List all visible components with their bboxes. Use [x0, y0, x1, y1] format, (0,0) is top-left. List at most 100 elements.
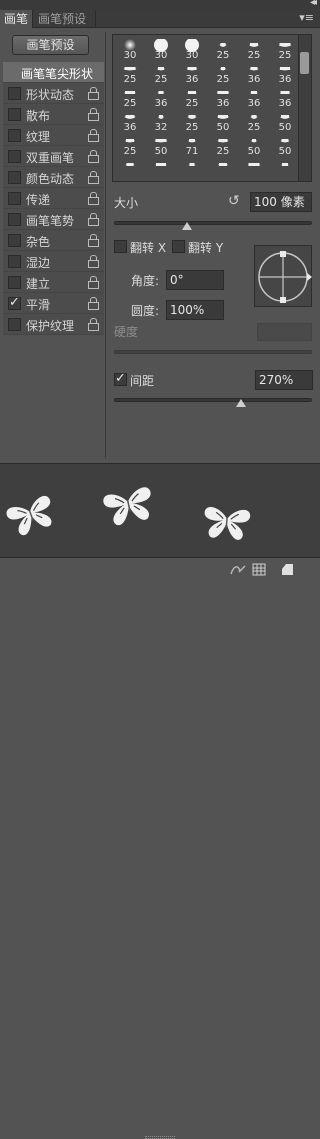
reset-arrow-icon[interactable]: ↺: [228, 194, 244, 208]
lock-icon[interactable]: [88, 297, 99, 310]
brush-tip-icon: [184, 38, 200, 52]
brush-tip[interactable]: [177, 158, 207, 181]
brush-tip[interactable]: 30: [177, 38, 207, 62]
brush-tip[interactable]: 50: [239, 134, 269, 158]
toggle-brush-preview-icon[interactable]: [230, 563, 246, 576]
brush-setting-item[interactable]: 双重画笔: [3, 146, 104, 167]
spacing-slider-thumb[interactable]: [235, 399, 246, 407]
brush-setting-item[interactable]: 保护纹理: [3, 314, 104, 335]
lock-icon[interactable]: [88, 255, 99, 268]
brush-presets-button[interactable]: 画笔预设: [12, 35, 89, 55]
lock-icon[interactable]: [88, 129, 99, 142]
brush-tip[interactable]: 50: [208, 110, 238, 134]
brush-tip[interactable]: 25: [177, 86, 207, 110]
spacing-slider[interactable]: [114, 398, 312, 402]
brush-tip[interactable]: 50: [146, 134, 176, 158]
setting-checkbox[interactable]: [8, 87, 21, 100]
setting-checkbox[interactable]: [8, 276, 21, 289]
brush-tip[interactable]: 50: [270, 134, 300, 158]
tab-brush-presets[interactable]: 画笔预设: [34, 10, 96, 28]
flip-y-checkbox[interactable]: [172, 240, 185, 253]
lock-icon[interactable]: [88, 87, 99, 100]
brush-tip[interactable]: 36: [270, 86, 300, 110]
angle-roundness-preview[interactable]: [254, 245, 312, 307]
lock-icon[interactable]: [88, 192, 99, 205]
brush-setting-item[interactable]: 形状动态: [3, 83, 104, 104]
brush-tip[interactable]: 25: [177, 110, 207, 134]
brush-tip[interactable]: 25: [115, 62, 145, 86]
brush-tip[interactable]: 30: [115, 38, 145, 62]
brush-tip[interactable]: 25: [208, 38, 238, 62]
brush-tip-grid[interactable]: 30 30 30 25 25 25 25 25 36 25 36 36 25 36 25 36 36 36 36 32…: [112, 34, 312, 182]
setting-checkbox[interactable]: [8, 213, 21, 226]
size-slider-thumb[interactable]: [182, 222, 193, 230]
brush-tip[interactable]: [270, 158, 300, 181]
angle-field[interactable]: 0°: [166, 270, 224, 290]
size-field[interactable]: 100 像素: [250, 192, 312, 212]
brush-tip-size: 32: [154, 122, 168, 133]
tab-brush[interactable]: 画笔: [0, 10, 33, 28]
lock-icon[interactable]: [88, 276, 99, 289]
setting-checkbox[interactable]: [8, 255, 21, 268]
brush-setting-item[interactable]: 画笔笔势: [3, 209, 104, 230]
brush-tip[interactable]: [208, 158, 238, 181]
brush-tip[interactable]: 25: [270, 38, 300, 62]
brush-tip[interactable]: 36: [208, 86, 238, 110]
setting-checkbox[interactable]: [8, 129, 21, 142]
brush-tip[interactable]: 36: [239, 62, 269, 86]
brush-tip[interactable]: 25: [115, 86, 145, 110]
setting-checkbox[interactable]: [8, 234, 21, 247]
brush-tip[interactable]: 71: [177, 134, 207, 158]
collapse-icon[interactable]: ◂◂: [310, 0, 317, 8]
brush-tip[interactable]: 36: [177, 62, 207, 86]
brush-tip[interactable]: [115, 158, 145, 181]
new-preset-icon[interactable]: [280, 563, 294, 576]
brush-tip[interactable]: [146, 158, 176, 181]
setting-checkbox[interactable]: [8, 192, 21, 205]
lock-icon[interactable]: [88, 171, 99, 184]
brush-tip[interactable]: 36: [115, 110, 145, 134]
brush-tip[interactable]: 25: [146, 62, 176, 86]
brush-tip[interactable]: 25: [239, 110, 269, 134]
brush-tip-icon: [215, 111, 231, 122]
brush-tip[interactable]: 30: [146, 38, 176, 62]
brush-tip[interactable]: 32: [146, 110, 176, 134]
brush-tip[interactable]: 25: [208, 134, 238, 158]
setting-checkbox[interactable]: [8, 150, 21, 163]
lock-icon[interactable]: [88, 108, 99, 121]
scrollbar-thumb[interactable]: [300, 52, 309, 74]
lock-icon[interactable]: [88, 318, 99, 331]
lock-icon[interactable]: [88, 234, 99, 247]
brush-tip[interactable]: 36: [239, 86, 269, 110]
setting-checkbox[interactable]: [8, 108, 21, 121]
brush-setting-item[interactable]: 平滑: [3, 293, 104, 314]
brush-setting-item[interactable]: 建立: [3, 272, 104, 293]
brush-tip[interactable]: 36: [270, 62, 300, 86]
flip-x-checkbox[interactable]: [114, 240, 127, 253]
setting-checkbox[interactable]: [8, 295, 21, 310]
setting-label: 双重画笔: [26, 151, 75, 165]
brush-tip[interactable]: 25: [115, 134, 145, 158]
spacing-checkbox[interactable]: ✓: [114, 371, 127, 386]
brush-setting-item[interactable]: 杂色: [3, 230, 104, 251]
lock-icon[interactable]: [88, 150, 99, 163]
brush-tip[interactable]: 50: [270, 110, 300, 134]
panel-menu-icon[interactable]: ▾≡: [299, 10, 314, 26]
roundness-field[interactable]: 100%: [166, 300, 224, 320]
brush-tip[interactable]: 25: [239, 38, 269, 62]
size-slider[interactable]: [114, 221, 312, 225]
brush-tip[interactable]: [239, 158, 269, 181]
brush-tip[interactable]: 25: [208, 62, 238, 86]
grid-icon[interactable]: [252, 563, 266, 576]
lock-icon[interactable]: [88, 213, 99, 226]
spacing-field[interactable]: 270%: [255, 370, 313, 390]
brush-setting-item[interactable]: 传递: [3, 188, 104, 209]
brush-tip[interactable]: 36: [146, 86, 176, 110]
brush-setting-item[interactable]: 湿边: [3, 251, 104, 272]
brush-setting-item[interactable]: 散布: [3, 104, 104, 125]
brush-setting-item[interactable]: 纹理: [3, 125, 104, 146]
brush-setting-item[interactable]: 颜色动态: [3, 167, 104, 188]
setting-checkbox[interactable]: [8, 171, 21, 184]
setting-checkbox[interactable]: [8, 318, 21, 331]
brush-setting-item[interactable]: 画笔笔尖形状: [3, 62, 104, 83]
